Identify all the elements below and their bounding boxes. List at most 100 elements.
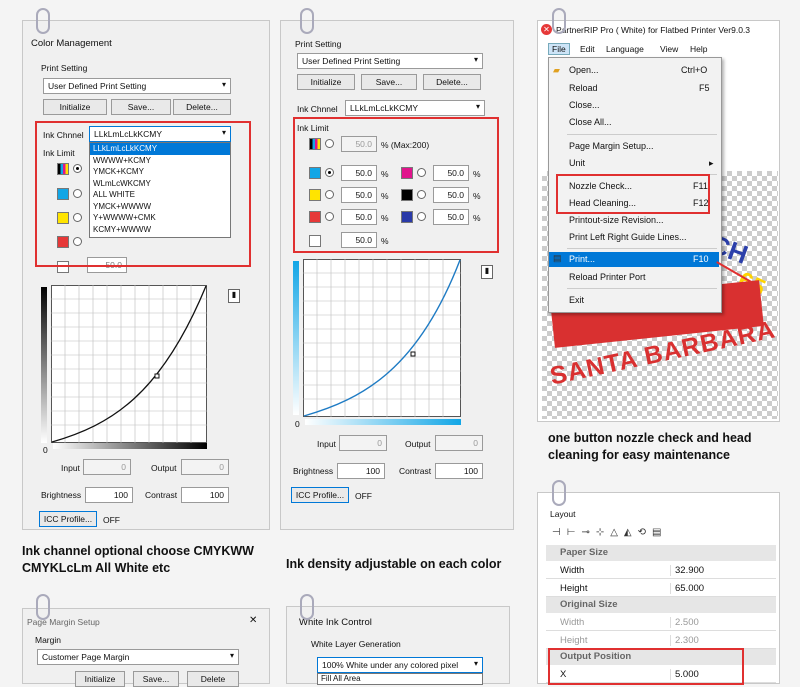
page-margin-window: Page Margin Setup ✕ Margin Customer Page…: [22, 608, 270, 687]
ink-option[interactable]: Y+WWWW+CMK: [90, 212, 230, 224]
clip-decoration: [36, 594, 50, 620]
ink-limit-highlight: [293, 117, 499, 253]
chevron-right-icon: ▸: [709, 158, 714, 168]
contrast-field[interactable]: 100: [435, 463, 483, 479]
delete-button[interactable]: Delete...: [173, 99, 231, 115]
chevron-down-icon: ▾: [473, 55, 478, 64]
output-field[interactable]: 0: [435, 435, 483, 451]
input-label: Input: [61, 463, 80, 473]
ink-option[interactable]: LLkLmLcLkKCMY: [90, 143, 230, 155]
cell-value[interactable]: 2.500: [670, 617, 770, 628]
cell-value[interactable]: 65.000: [670, 583, 770, 594]
ink-channel-options[interactable]: LLkLmLcLkKCMY WWWW+KCMY YMCK+KCMY WLmLcW…: [89, 142, 231, 238]
anchor-icon[interactable]: ⊹: [596, 527, 610, 538]
contrast-label: Contrast: [145, 490, 178, 500]
save-button[interactable]: Save...: [133, 671, 179, 687]
ink-option[interactable]: WLmLcWKCMY: [90, 178, 230, 190]
ink-option[interactable]: WWWW+KCMY: [90, 155, 230, 167]
brightness-field[interactable]: 100: [85, 487, 133, 503]
menu-file[interactable]: File: [548, 43, 570, 55]
table-row: Width 2.500: [546, 613, 776, 631]
white-layer-option[interactable]: Fill All Area: [317, 673, 483, 685]
printer-icon[interactable]: ▤: [652, 527, 667, 538]
output-label: Output: [405, 439, 431, 449]
section-header[interactable]: Original Size: [546, 597, 776, 613]
menu-separator: [567, 248, 717, 249]
brightness-field[interactable]: 100: [337, 463, 385, 479]
chart-icon[interactable]: ▮: [228, 289, 240, 303]
input-label: Input: [317, 439, 336, 449]
flip-icon[interactable]: △: [610, 527, 624, 538]
print-setting-select[interactable]: User Defined Print Setting ▾: [43, 78, 231, 94]
ink-channel-select[interactable]: LLkLmLcLkKCMY ▾: [345, 100, 485, 116]
delete-button[interactable]: Delete...: [423, 74, 481, 90]
gradient-bar-horizontal: [53, 443, 207, 449]
caption-maintenance: one button nozzle check and head cleanin…: [548, 431, 752, 462]
center-icon[interactable]: ⊸: [581, 527, 595, 538]
initialize-button[interactable]: Initialize: [297, 74, 355, 90]
chevron-down-icon: ▾: [229, 651, 234, 660]
color-management-window: Color Management Print Setting User Defi…: [22, 20, 270, 530]
align-icon[interactable]: ⊢: [567, 527, 582, 538]
gradient-bar-horizontal: [305, 419, 461, 425]
contrast-label: Contrast: [399, 466, 432, 476]
save-button[interactable]: Save...: [111, 99, 171, 115]
menu-language[interactable]: Language: [606, 44, 644, 54]
input-field[interactable]: 0: [339, 435, 387, 451]
menu-separator: [567, 134, 717, 135]
printer-icon: ▤: [553, 253, 562, 263]
layout-window: Layout ⊣⊢⊸⊹△◭⟲▤ Paper Size Width 32.900 H…: [537, 492, 780, 685]
tone-curve-graph[interactable]: [303, 259, 461, 417]
menu-item-print[interactable]: ▤ Print... F10: [549, 252, 719, 267]
caption-ink-channel: Ink channel optional choose CMYKWW CMYKL…: [22, 544, 254, 575]
cell-value[interactable]: 32.900: [670, 565, 770, 576]
window-title: PartnerRIP Pro ( White) for Flatbed Prin…: [556, 25, 751, 35]
ink-option[interactable]: YMCK+WWWW: [90, 201, 230, 213]
clip-decoration: [300, 8, 314, 34]
table-row: Width 32.900: [546, 561, 776, 579]
ink-option[interactable]: ALL WHITE: [90, 189, 230, 201]
initialize-button[interactable]: Initialize: [43, 99, 107, 115]
mirror-icon[interactable]: ◭: [624, 527, 638, 538]
menu-edit[interactable]: Edit: [580, 44, 595, 54]
clip-decoration: [300, 594, 314, 620]
output-label: Output: [151, 463, 177, 473]
white-ink-window: White Ink Control White Layer Generation…: [286, 606, 510, 685]
caption-ink-density: Ink density adjustable on each color: [286, 557, 502, 571]
input-field[interactable]: 0: [83, 459, 131, 475]
window-title: Layout: [550, 509, 576, 519]
ink-option[interactable]: YMCK+KCMY: [90, 166, 230, 178]
axis-zero-label: 0: [295, 419, 300, 429]
clip-decoration: [552, 480, 566, 506]
delete-button[interactable]: Delete: [187, 671, 239, 687]
white-layer-select[interactable]: 100% White under any colored pixel ▾: [317, 657, 483, 673]
margin-select[interactable]: Customer Page Margin ▾: [37, 649, 239, 665]
initialize-button[interactable]: Initialize: [75, 671, 125, 687]
section-header[interactable]: Paper Size: [546, 545, 776, 561]
icc-profile-button[interactable]: ICC Profile...: [291, 487, 349, 503]
table-row: Height 65.000: [546, 579, 776, 597]
chevron-down-icon: ▾: [473, 659, 478, 668]
margin-label: Margin: [35, 635, 61, 645]
ink-option[interactable]: KCMY+WWWW: [90, 224, 230, 236]
contrast-field[interactable]: 100: [181, 487, 229, 503]
close-icon[interactable]: ✕: [249, 615, 257, 626]
print-setting-window: Print Setting User Defined Print Setting…: [280, 20, 514, 530]
chart-icon[interactable]: ▮: [481, 265, 493, 279]
menu-help[interactable]: Help: [690, 44, 707, 54]
ink-channel-label: Ink Chnnel: [297, 104, 338, 114]
layout-toolbar: ⊣⊢⊸⊹△◭⟲▤: [552, 527, 752, 541]
clip-decoration: [552, 8, 566, 34]
icc-profile-button[interactable]: ICC Profile...: [39, 511, 97, 527]
tone-curve-graph[interactable]: [51, 285, 207, 443]
save-button[interactable]: Save...: [361, 74, 417, 90]
window-title: Color Management: [31, 38, 112, 49]
app-icon: ✕: [541, 24, 552, 35]
print-setting-select[interactable]: User Defined Print Setting ▾: [297, 53, 483, 69]
cell-value[interactable]: 2.300: [670, 635, 770, 646]
title-bar: ✕ PartnerRIP Pro ( White) for Flatbed Pr…: [538, 21, 779, 39]
rotate-icon[interactable]: ⟲: [638, 527, 652, 538]
output-field[interactable]: 0: [181, 459, 229, 475]
align-icon[interactable]: ⊣: [552, 527, 567, 538]
menu-view[interactable]: View: [660, 44, 678, 54]
